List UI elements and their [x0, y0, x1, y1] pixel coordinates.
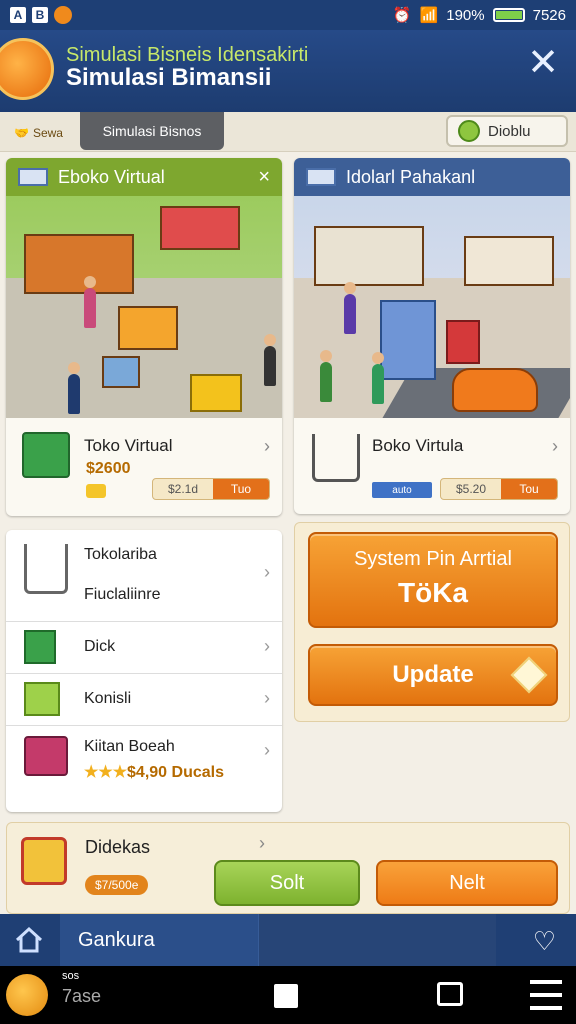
- register-icon: [24, 736, 68, 776]
- shop-card-right-header: Idolarl Pahakanl: [294, 158, 570, 196]
- box-icon: [24, 630, 56, 664]
- battery-text: 190%: [446, 6, 485, 24]
- shop-card-left-title: Eboko Virtual: [58, 166, 165, 187]
- home-square-icon[interactable]: [274, 984, 298, 1008]
- app-logo-icon: [0, 38, 54, 100]
- price-bar[interactable]: $2.1d Tuo: [152, 478, 270, 500]
- list-item[interactable]: Kiitan Boeah ★★★$4,90 Ducals ›: [6, 726, 282, 810]
- next-button[interactable]: Nelt: [376, 860, 558, 906]
- tab-home[interactable]: 🤝 Sewa: [6, 120, 71, 146]
- price-bar-value: $5.20: [455, 482, 487, 496]
- system-button-line2: TöKa: [398, 577, 468, 608]
- handshake-icon: 🤝: [14, 126, 29, 140]
- diamond-icon: [510, 656, 548, 694]
- tab-simulation[interactable]: Simulasi Bisnos: [80, 112, 224, 150]
- heart-icon[interactable]: ♡: [533, 926, 556, 957]
- product-name: Boko Virtula: [372, 436, 464, 455]
- close-icon[interactable]: ✕: [524, 44, 562, 82]
- shop-card-left-header: Eboko Virtual ×: [6, 158, 282, 196]
- tab-right-label: Dioblu: [488, 122, 531, 140]
- system-button-line1: System Pin Arrtial: [354, 548, 512, 570]
- update-button[interactable]: Update: [308, 644, 558, 706]
- product-name: Toko Virtual: [84, 436, 173, 455]
- app-title: Simulasi Bimansii: [66, 64, 272, 91]
- notification-icon-a: A: [10, 7, 26, 23]
- coin-icon[interactable]: [6, 974, 48, 1016]
- list-item-label: Tokolariba: [84, 546, 157, 563]
- price-bar-action[interactable]: Tuo: [213, 479, 269, 499]
- store-sign-icon: [306, 168, 336, 186]
- item-list: Tokolariba Fiuclaliinre › Dick › Konisli…: [6, 530, 282, 812]
- product-badge: auto: [372, 482, 432, 498]
- shop-card-right-title: Idolarl Pahakanl: [346, 166, 476, 187]
- chevron-right-icon: ›: [552, 436, 558, 456]
- chevron-right-icon: ›: [264, 562, 270, 582]
- status-bar: A B ⏰ 📶 190% 7526: [0, 0, 576, 30]
- nav-middle[interactable]: [258, 914, 496, 966]
- chevron-right-icon: ›: [264, 688, 270, 708]
- rating-text: $4,90 Ducals: [127, 764, 224, 781]
- rating-row: ★★★$4,90 Ducals: [84, 762, 224, 782]
- list-item-label: Konisli: [84, 690, 132, 707]
- list-item[interactable]: Dick ›: [6, 622, 282, 674]
- list-item-label: Dick: [84, 638, 116, 655]
- coin-icon: [86, 484, 106, 498]
- card-close-icon[interactable]: ×: [258, 166, 270, 189]
- list-item-label: Fiuclaliinre: [84, 586, 161, 603]
- notification-icon-b: B: [32, 7, 48, 23]
- sell-button[interactable]: Solt: [214, 860, 360, 906]
- shop-illustration-right: [294, 196, 570, 418]
- product-price: $2600: [86, 460, 131, 477]
- list-item-label: Kiitan Boeah: [84, 738, 175, 755]
- shop-card-left[interactable]: Eboko Virtual × Toko Virtual $2600 › $2.…: [6, 158, 282, 516]
- recent-apps-icon[interactable]: [437, 982, 463, 1006]
- wifi-icon: 📶: [419, 7, 439, 24]
- bottom-navbar: Gankura ♡: [0, 914, 576, 966]
- chevron-right-icon: ›: [264, 740, 270, 760]
- product-row-left[interactable]: Toko Virtual $2600 › $2.1d Tuo: [6, 418, 282, 516]
- product-row-right[interactable]: Boko Virtula auto › $5.20 Tou: [294, 418, 570, 514]
- sysnav-large-text: 7ase: [62, 986, 102, 1006]
- trash-bin-icon: [22, 432, 70, 478]
- chevron-right-icon: ›: [259, 833, 265, 853]
- shop-illustration-left: [6, 196, 282, 418]
- app-header: Simulasi Bisneis Idensakirti Simulasi Bi…: [0, 30, 576, 112]
- clock: 7526: [532, 6, 566, 24]
- price-bar-action[interactable]: Tou: [501, 479, 557, 499]
- racket-icon: [458, 120, 480, 142]
- menu-icon[interactable]: [530, 980, 562, 1010]
- price-badge: $7/500e: [85, 875, 149, 895]
- shopping-cart-icon: [312, 434, 360, 482]
- price-bar-value: $2.1d: [167, 482, 199, 496]
- chevron-right-icon: ›: [264, 636, 270, 656]
- list-item[interactable]: Konisli ›: [6, 674, 282, 726]
- sysnav-small-text: sos: [62, 970, 80, 982]
- star-rating-icon: ★★★: [84, 764, 128, 781]
- nav-section[interactable]: Gankura: [60, 914, 258, 966]
- update-button-label: Update: [392, 661, 474, 688]
- tab-right-pill[interactable]: Dioblu: [446, 115, 568, 147]
- list-item[interactable]: Tokolariba Fiuclaliinre ›: [6, 530, 282, 622]
- alarm-icon: ⏰: [392, 7, 412, 24]
- tab-home-label: Sewa: [32, 126, 63, 140]
- battery-icon: [492, 8, 525, 22]
- cart-icon: [24, 544, 68, 594]
- package-icon: [24, 682, 60, 716]
- gift-icon: [21, 837, 67, 885]
- home-icon[interactable]: [0, 914, 58, 966]
- tab-row: 🤝 Sewa Simulasi Bisnos Dioblu: [0, 112, 576, 152]
- app-notification-icon: [54, 6, 72, 24]
- price-bar[interactable]: $5.20 Tou: [440, 478, 558, 500]
- system-arrival-button[interactable]: System Pin Arrtial TöKa: [308, 532, 558, 628]
- store-sign-icon: [18, 168, 48, 186]
- shop-card-right[interactable]: Idolarl Pahakanl Boko Virtula auto › $5.…: [294, 158, 570, 514]
- bottom-card-label: Didekas: [85, 837, 151, 857]
- system-nav: sos 7ase: [0, 966, 576, 1024]
- chevron-right-icon: ›: [264, 436, 270, 456]
